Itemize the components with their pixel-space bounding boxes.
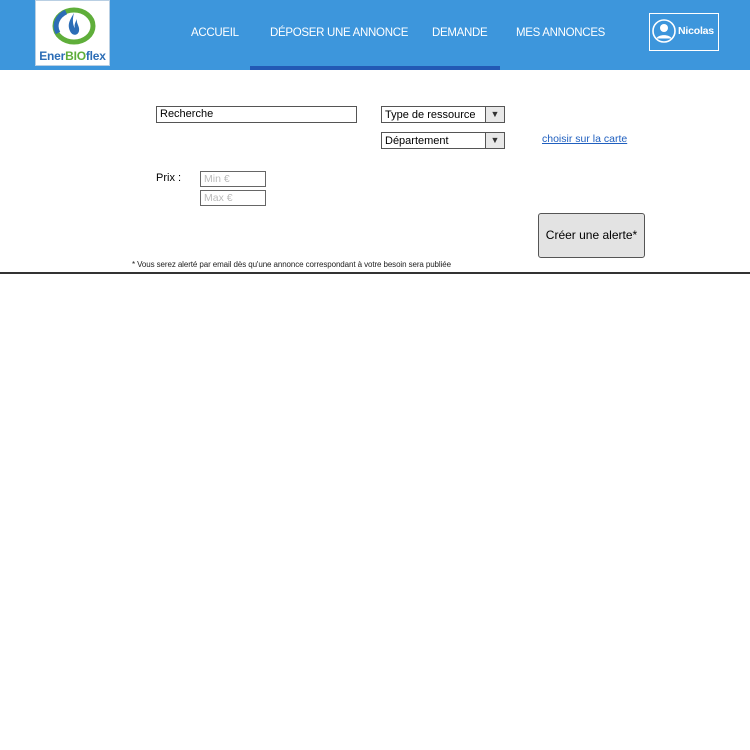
triangle-down-icon[interactable]: ▼ [485,107,504,122]
user-name: Nicolas [678,25,714,37]
triangle-down-icon[interactable]: ▼ [485,133,504,148]
logo-flame-icon [52,7,96,45]
department-value: Département [385,135,449,147]
nav-deposer-annonce[interactable]: DÉPOSER UNE ANNONCE [270,0,408,66]
active-tab-indicator [250,66,500,70]
section-divider [0,272,750,274]
resource-type-value: Type de ressource [385,109,476,121]
price-min-input[interactable]: Min € [200,171,266,187]
choose-on-map-link[interactable]: choisir sur la carte [542,133,627,145]
user-menu-button[interactable]: Nicolas [649,13,719,51]
logo-text: EnerBIOflex [39,49,106,63]
nav-mes-annonces[interactable]: MES ANNONCES [516,0,605,66]
top-header: EnerBIOflex ACCUEIL DÉPOSER UNE ANNONCE … [0,0,750,70]
create-alert-button[interactable]: Créer une alerte* [538,213,645,258]
search-input[interactable]: Recherche [156,106,357,123]
price-max-input[interactable]: Max € [200,190,266,206]
price-label: Prix : [156,172,182,184]
user-avatar-icon [652,19,676,43]
nav-demande[interactable]: DEMANDE [432,0,488,66]
alert-footnote: * Vous serez alerté par email dès qu'une… [132,260,451,269]
nav-accueil[interactable]: ACCUEIL [191,0,239,66]
resource-type-select[interactable]: Type de ressource ▼ [381,106,505,123]
department-select[interactable]: Département ▼ [381,132,505,149]
enerbioflex-logo[interactable]: EnerBIOflex [35,0,110,66]
